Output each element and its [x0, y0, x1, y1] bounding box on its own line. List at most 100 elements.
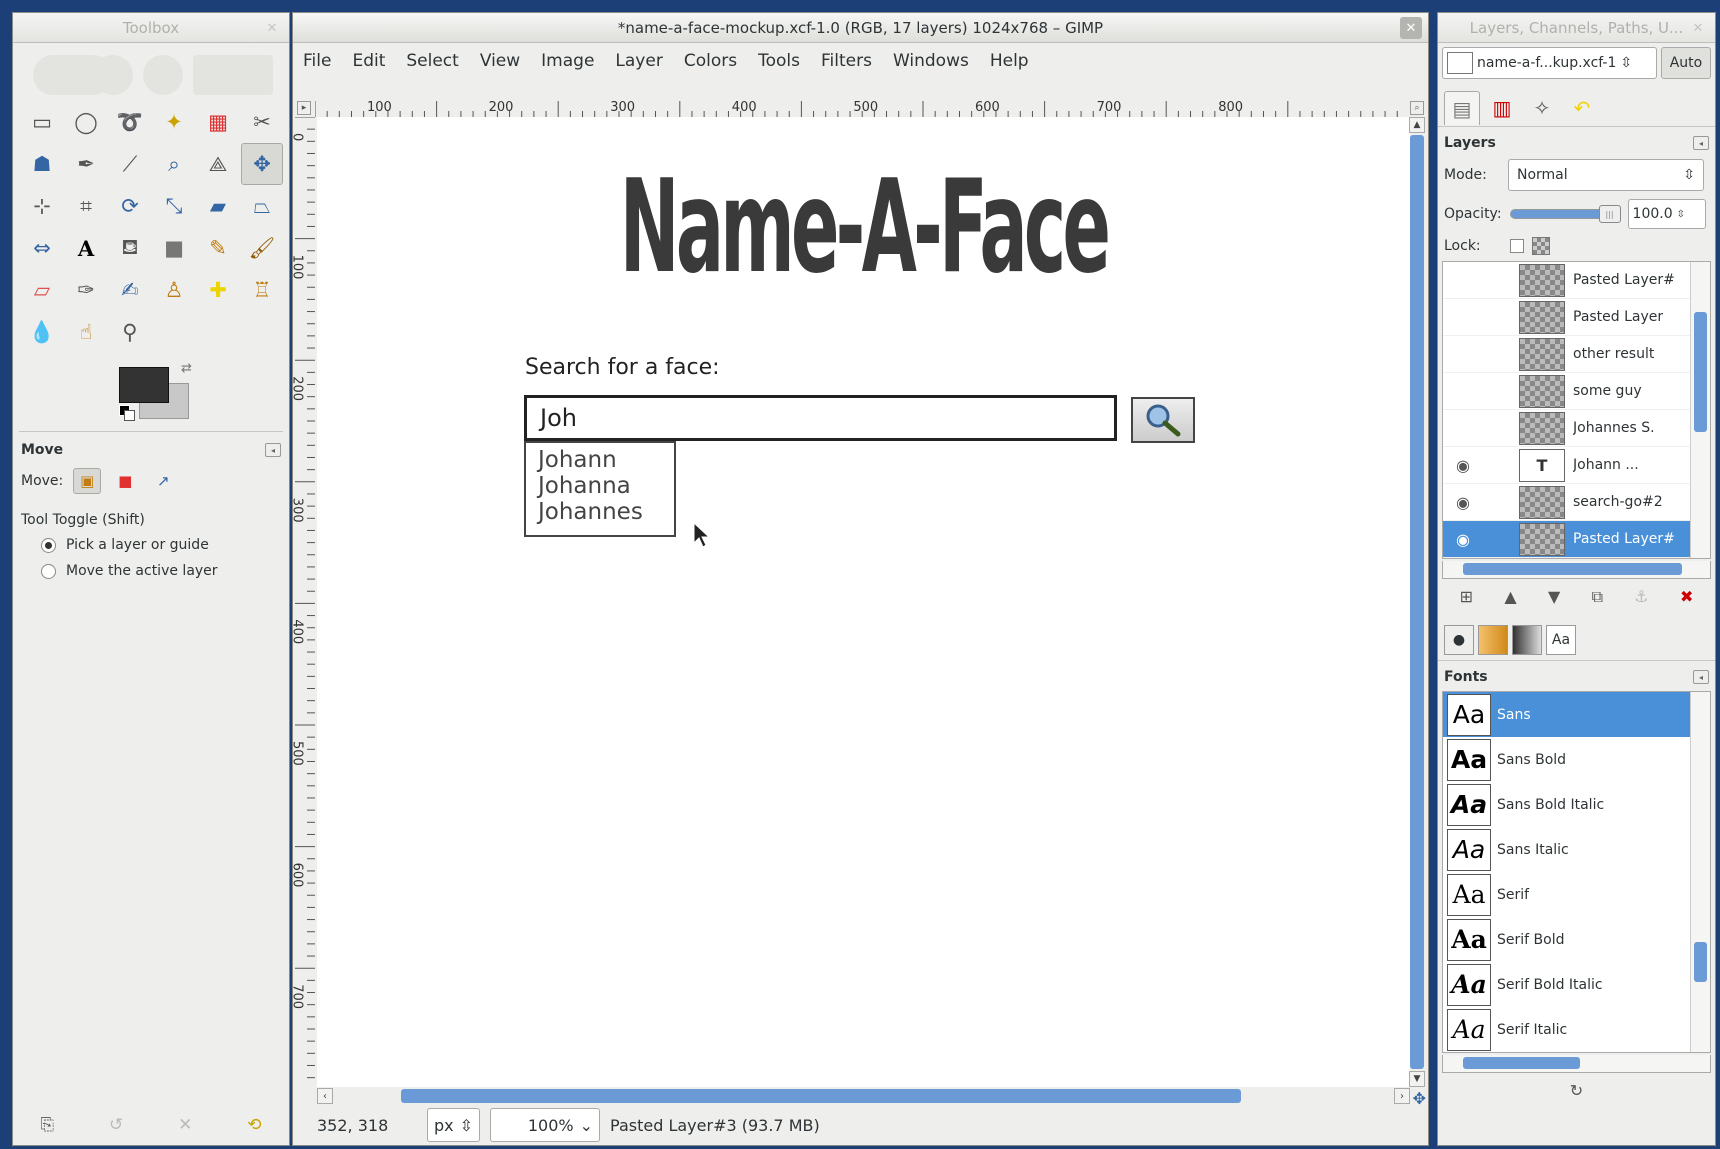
shear-icon[interactable]: ▰ [197, 185, 239, 227]
move-selection-icon[interactable]: ■ [111, 468, 139, 494]
blur-icon[interactable]: 💧 [21, 311, 63, 353]
layer-row[interactable]: ◉ Pasted Layer# [1443, 521, 1710, 558]
refresh-fonts-icon[interactable]: ↻ [1438, 1073, 1715, 1100]
perspective-clone-icon[interactable]: ♖ [241, 269, 283, 311]
move-path-icon[interactable]: ↗ [149, 468, 177, 494]
pencil-icon[interactable]: ✎ [197, 227, 239, 269]
menu-layer[interactable]: Layer [615, 51, 662, 71]
scroll-up-icon[interactable]: ▲ [1409, 117, 1425, 133]
menu-image[interactable]: Image [541, 51, 594, 71]
scroll-down-icon[interactable]: ▼ [1409, 1071, 1425, 1087]
layer-row[interactable]: Pasted Layer [1443, 299, 1710, 336]
menu-edit[interactable]: Edit [352, 51, 385, 71]
new-layer-icon[interactable]: ⊞ [1460, 587, 1473, 607]
menu-filters[interactable]: Filters [821, 51, 872, 71]
tab-menu-icon[interactable]: ◂ [1693, 136, 1709, 150]
lower-layer-icon[interactable]: ▼ [1548, 587, 1560, 607]
foreground-select-icon[interactable]: ☗ [21, 143, 63, 185]
font-item[interactable]: Aa Sans [1443, 692, 1710, 737]
mode-combo[interactable]: Normal ⇳ [1508, 159, 1704, 191]
layer-row[interactable]: other result [1443, 336, 1710, 373]
font-item[interactable]: Aa Serif [1443, 872, 1710, 917]
bucket-fill-icon[interactable]: ⛾ [109, 227, 151, 269]
heal-icon[interactable]: ✚ [197, 269, 239, 311]
move-tool-icon[interactable]: ✥ [241, 143, 283, 185]
smudge-icon[interactable]: ☝ [65, 311, 107, 353]
vertical-ruler[interactable]: 0 100 200 300 400 500 600 700 [293, 117, 315, 1087]
airbrush-icon[interactable]: ✑ [65, 269, 107, 311]
layer-list-scrollbar[interactable] [1690, 262, 1710, 558]
unit-selector[interactable]: px ⇳ [427, 1108, 481, 1142]
tab-layers-icon[interactable]: ▤ [1444, 91, 1480, 125]
tab-brushes-icon[interactable]: ● [1444, 625, 1474, 655]
close-icon[interactable]: ✕ [261, 17, 283, 39]
lock-pixels-checkbox[interactable] [1510, 239, 1524, 253]
reset-colors-icon[interactable] [119, 405, 135, 421]
move-layer-icon[interactable]: ▣ [73, 468, 102, 494]
ellipse-select-icon[interactable]: ◯ [65, 101, 107, 143]
color-select-icon[interactable]: ▦ [197, 101, 239, 143]
reset-options-icon[interactable]: ⟲ [247, 1115, 261, 1135]
menu-view[interactable]: View [480, 51, 520, 71]
font-item[interactable]: Aa Serif Bold Italic [1443, 962, 1710, 1007]
menu-help[interactable]: Help [990, 51, 1029, 71]
duplicate-layer-icon[interactable]: ⧉ [1592, 587, 1603, 607]
opacity-spin[interactable]: 100.0 ⇳ [1627, 199, 1706, 229]
eye-icon[interactable]: ◉ [1443, 493, 1483, 512]
tab-gradients-icon[interactable] [1512, 625, 1542, 655]
layer-list-hscroll-thumb[interactable] [1463, 563, 1682, 575]
layer-row[interactable]: Johannes S. [1443, 410, 1710, 447]
rotate-icon[interactable]: ⟳ [109, 185, 151, 227]
tab-fonts-icon[interactable]: Aa [1546, 625, 1576, 655]
layer-row[interactable]: ◉ search-go#2 [1443, 484, 1710, 521]
crop-icon[interactable]: ⌗ [65, 185, 107, 227]
font-list-hscroll-thumb[interactable] [1463, 1057, 1580, 1069]
font-item[interactable]: Aa Sans Bold [1443, 737, 1710, 782]
raise-layer-icon[interactable]: ▲ [1504, 587, 1516, 607]
save-options-icon[interactable]: ⎘ [40, 1115, 54, 1135]
delete-layer-icon[interactable]: ✖ [1680, 587, 1693, 607]
ink-icon[interactable]: ✍ [109, 269, 151, 311]
lock-alpha-icon[interactable] [1532, 237, 1550, 255]
zoom-fit-icon[interactable]: ⌕ [1410, 101, 1424, 115]
radio-move-active[interactable]: Move the active layer [13, 558, 289, 584]
color-picker-icon[interactable]: ⟋ [109, 143, 151, 185]
dodge-burn-icon[interactable]: ⚲ [109, 311, 151, 353]
font-list-scrollbar[interactable] [1690, 692, 1710, 1052]
tab-undo-icon[interactable]: ↶ [1564, 91, 1600, 125]
font-item[interactable]: Aa Sans Italic [1443, 827, 1710, 872]
opacity-slider[interactable]: ||| [1509, 205, 1621, 223]
tab-menu-icon[interactable]: ◂ [1693, 670, 1709, 684]
layer-row[interactable]: Pasted Layer# [1443, 262, 1710, 299]
rect-select-icon[interactable]: ▭ [21, 101, 63, 143]
image-combo[interactable]: name-a-f...kup.xcf-1 ⇳ [1442, 47, 1657, 79]
tab-patterns-icon[interactable] [1478, 625, 1508, 655]
fuzzy-select-icon[interactable]: ✦ [153, 101, 195, 143]
font-list-scroll-thumb[interactable] [1694, 942, 1707, 982]
menu-tools[interactable]: Tools [758, 51, 800, 71]
clone-icon[interactable]: ♙ [153, 269, 195, 311]
swap-colors-icon[interactable]: ⇄ [181, 361, 192, 376]
menu-colors[interactable]: Colors [684, 51, 737, 71]
menu-select[interactable]: Select [406, 51, 458, 71]
scroll-left-icon[interactable]: ‹ [317, 1088, 333, 1104]
eye-icon[interactable]: ◉ [1443, 456, 1483, 475]
vertical-scrollbar[interactable]: ▲ ▼ [1408, 117, 1426, 1087]
restore-options-icon[interactable]: ↺ [109, 1115, 123, 1135]
delete-options-icon[interactable]: ✕ [178, 1115, 192, 1135]
radio-checked-icon[interactable] [41, 537, 56, 553]
tab-menu-icon[interactable]: ◂ [265, 443, 281, 457]
eye-icon[interactable]: ◉ [1443, 530, 1483, 549]
align-icon[interactable]: ⊹ [21, 185, 63, 227]
font-list-hscrollbar[interactable] [1442, 1055, 1711, 1073]
foreground-color-swatch[interactable] [119, 367, 169, 403]
close-icon[interactable]: ✕ [1687, 17, 1709, 39]
slider-handle-icon[interactable]: ||| [1598, 205, 1621, 223]
anchor-layer-icon[interactable]: ⚓ [1634, 587, 1648, 607]
scissors-icon[interactable]: ✂ [241, 101, 283, 143]
auto-button[interactable]: Auto [1661, 47, 1711, 79]
flip-icon[interactable]: ⇔ [21, 227, 63, 269]
text-tool-icon[interactable]: A [65, 227, 107, 269]
layer-row[interactable]: ◉ T Johann ... [1443, 447, 1710, 484]
paintbrush-icon[interactable]: 🖌 [241, 227, 283, 269]
